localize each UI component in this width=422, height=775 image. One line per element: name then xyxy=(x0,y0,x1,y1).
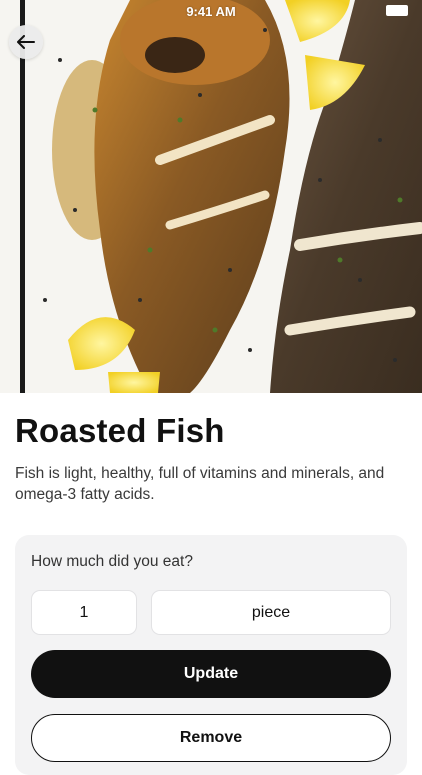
food-description: Fish is light, healthy, full of vitamins… xyxy=(15,465,385,503)
unit-value: piece xyxy=(251,603,291,621)
quantity-field[interactable]: 1 xyxy=(31,590,137,635)
status-bar: 9:41 AM xyxy=(0,2,422,20)
arrow-left-icon xyxy=(17,35,35,49)
remove-button[interactable]: Remove xyxy=(31,714,391,762)
back-button[interactable] xyxy=(9,25,43,59)
food-title: Roasted Fish xyxy=(15,412,225,449)
portion-card: How much did you eat? 1 piece Update Rem… xyxy=(15,535,407,775)
update-button-label: Update xyxy=(183,665,239,682)
portion-question: How much did you eat? xyxy=(31,553,193,570)
quantity-value: 1 xyxy=(79,603,89,621)
status-time: 9:41 AM xyxy=(186,3,236,19)
roasted-fish-image xyxy=(0,0,422,393)
battery-icon xyxy=(386,5,408,16)
food-photo: 9:41 AM xyxy=(0,0,422,393)
remove-button-label: Remove xyxy=(179,729,243,746)
unit-selector[interactable]: piece xyxy=(151,590,391,635)
update-button[interactable]: Update xyxy=(31,650,391,698)
